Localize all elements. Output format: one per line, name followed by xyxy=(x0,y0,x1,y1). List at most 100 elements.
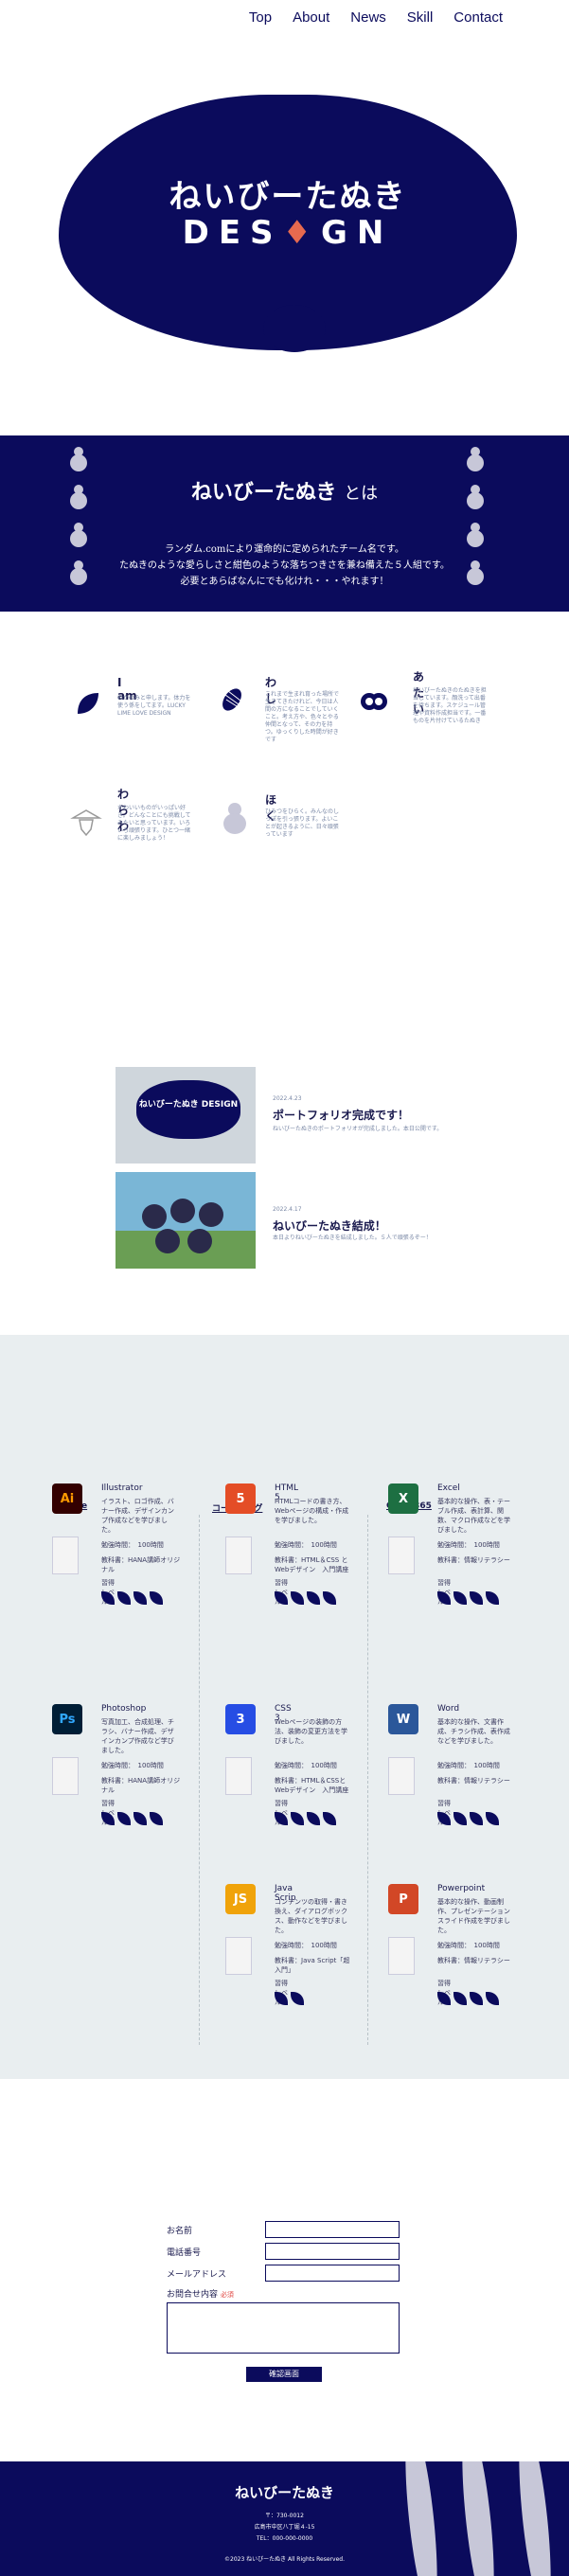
skill-textbook: 教科書：情報リテラシー xyxy=(437,1957,510,1964)
footer-tel: TEL：000-000-0000 xyxy=(256,2535,313,2542)
skill-study-time: 勉強時間： 100時間 xyxy=(101,1762,164,1769)
skill-level-rating xyxy=(101,1812,163,1825)
column-divider xyxy=(199,1515,200,2045)
leaf-icon xyxy=(101,1812,115,1825)
skill-description: 基本的な操作、動画制作、プレゼンテーションスライド作成を学びました。 xyxy=(437,1898,510,1934)
leaf-icon xyxy=(133,1812,147,1825)
textbook-image xyxy=(225,1757,252,1795)
skill-textbook: 教科書：情報リテラシー xyxy=(437,1556,510,1564)
leaf-icon xyxy=(453,1992,467,2005)
skill-description: コンテンツの取得・書き換え、ダイアログボックス、動作などを学びました。 xyxy=(275,1898,347,1934)
member-desc: ひみつをひらく。みんなのしっぽを引っ張ります。よいことが起きるように、日々頑張っ… xyxy=(265,808,340,838)
post-thumbnail[interactable] xyxy=(116,1172,256,1269)
nav-skill[interactable]: Skill xyxy=(407,9,434,26)
skill-textbook: 教科書：Java Script「超入門」 xyxy=(275,1957,350,1974)
leaf-icon xyxy=(291,1812,304,1825)
column-divider xyxy=(367,1515,368,2045)
textbook-image xyxy=(225,1937,252,1975)
post-thumbnail[interactable]: ねいびーたぬき DESIGN xyxy=(116,1067,256,1164)
skill-logo-icon: W xyxy=(388,1704,418,1734)
skill-logo-icon: 3 xyxy=(225,1704,256,1734)
message-textarea[interactable] xyxy=(167,2302,400,2354)
skill-logo-icon: Ps xyxy=(52,1704,82,1734)
skill-name: Powerpoint xyxy=(437,1884,486,1893)
leaf-icon xyxy=(437,1992,451,2005)
gourd-icon: ♦ xyxy=(282,214,322,252)
leaf-icon xyxy=(486,1591,499,1605)
textbook-image xyxy=(225,1537,252,1574)
leaf-icon xyxy=(275,1591,288,1605)
message-label: お問合せ内容 必須 xyxy=(167,2290,234,2300)
post-thumbnail-text: ねいびーたぬき DESIGN xyxy=(138,1100,239,1110)
about-text: ランダム.comにより運命的に定められたチーム名です。 たぬきのような愛らしさと… xyxy=(119,544,450,587)
skill-description: 基本的な操作、表・テーブル作成、表計算、関数、マクロ作成などを学びました。 xyxy=(437,1498,510,1534)
skill-study-time: 勉強時間： 100時間 xyxy=(275,1541,337,1549)
skill-logo-icon: X xyxy=(388,1483,418,1514)
leaf-icon xyxy=(307,1812,320,1825)
skill-study-time: 勉強時間： 100時間 xyxy=(275,1942,337,1949)
skill-name: Illustrator xyxy=(101,1483,143,1493)
hero-logo-drop xyxy=(263,305,326,352)
post-date: 2022.4.17 xyxy=(273,1206,302,1213)
name-label: お名前 xyxy=(167,2227,193,2236)
skill-textbook: 教科書：HTML＆CSS とWebデザイン 入門講座 xyxy=(275,1556,349,1573)
leaf-icon xyxy=(323,1591,336,1605)
textbook-image xyxy=(52,1537,79,1574)
post-title[interactable]: ポートフォリオ完成です！ xyxy=(273,1107,462,1123)
about-title: ねいびーたぬき とは xyxy=(190,481,379,505)
leaf-icon xyxy=(470,1812,483,1825)
leaf-icon xyxy=(275,1812,288,1825)
skill-study-time: 勉強時間： 100時間 xyxy=(101,1541,164,1549)
nav-news[interactable]: News xyxy=(350,9,386,26)
skill-textbook: 教科書：情報リテラシー xyxy=(437,1777,510,1785)
leaf-icon xyxy=(133,1591,147,1605)
footer-address: 広島市中区八丁堀４-15 xyxy=(254,2524,315,2531)
email-field[interactable] xyxy=(265,2265,400,2282)
skill-description: 写真加工、合成処理、チラシ、バナー作成、デザインカンプ作成など学びました。 xyxy=(101,1718,174,1754)
member-desc: これまで生まれ育った場所で生きてきたけれど、今日は人間の方になることでしていくこ… xyxy=(265,691,340,743)
gourd-icon xyxy=(223,803,246,834)
post-title[interactable]: ねいびーたぬき結成！ xyxy=(273,1217,462,1234)
required-badge: 必須 xyxy=(220,2291,234,2299)
member-desc: ねかのみと申します。体力を使う係をしてます。LUCKY LIME LOVE DE… xyxy=(117,695,191,717)
leaf-icon xyxy=(117,1812,131,1825)
skill-study-time: 勉強時間： 100時間 xyxy=(437,1762,500,1769)
name-field[interactable] xyxy=(265,2221,400,2238)
post-date: 2022.4.23 xyxy=(273,1095,302,1102)
leaf-icon xyxy=(323,1812,336,1825)
post-desc: ねいびーたぬきのポートフォリオが完成しました。本日公開です。 xyxy=(273,1126,443,1132)
skill-level-rating xyxy=(437,1992,499,2005)
hat-icon xyxy=(70,809,102,837)
confirm-button[interactable]: 確認画面 xyxy=(246,2367,322,2382)
skill-textbook: 教科書：HANA講師オリジナル xyxy=(101,1556,181,1573)
leaf-icon xyxy=(453,1591,467,1605)
skill-name: Word xyxy=(437,1704,460,1714)
gourd-icon xyxy=(70,447,87,471)
post-desc: 本日よりねいびーたぬきを結成しました。５人で頑張るぞー！ xyxy=(273,1235,432,1241)
leaf-icon xyxy=(486,1992,499,2005)
textbook-image xyxy=(388,1757,415,1795)
textbook-image xyxy=(52,1757,79,1795)
skill-name: Photoshop xyxy=(101,1704,147,1714)
skill-level-rating xyxy=(275,1591,336,1605)
about-section: ねいびーたぬき とは ランダム.comにより運命的に定められたチーム名です。 た… xyxy=(0,435,569,612)
skill-logo-icon: Ai xyxy=(52,1483,82,1514)
phone-field[interactable] xyxy=(265,2243,400,2260)
skill-study-time: 勉強時間： 100時間 xyxy=(437,1541,500,1549)
skill-level-rating xyxy=(101,1591,163,1605)
skill-description: Webページの装飾の方法、装飾の変更方法を学びました。 xyxy=(275,1718,347,1745)
skill-textbook: 教科書：HANA講師オリジナル xyxy=(101,1777,181,1794)
leaf-icon xyxy=(486,1812,499,1825)
footer: ねいびーたぬき 〒：730-0012 広島市中区八丁堀４-15 TEL：000-… xyxy=(0,2461,569,2576)
hero-title: ねいびーたぬき xyxy=(169,178,407,216)
skill-textbook: 教科書：HTML＆CSSとWebデザイン 入門講座 xyxy=(275,1777,349,1794)
nav-contact[interactable]: Contact xyxy=(453,9,503,26)
skill-description: イラスト、ロゴ作成、バナー作成、デザインカンプ作成などを学びました。 xyxy=(101,1498,174,1534)
skill-study-time: 勉強時間： 100時間 xyxy=(437,1942,500,1949)
leaf-icon xyxy=(470,1992,483,2005)
nav-about[interactable]: About xyxy=(293,9,329,26)
textbook-image xyxy=(388,1937,415,1975)
leaf-icon xyxy=(437,1591,451,1605)
nav-top[interactable]: Top xyxy=(249,9,272,26)
skill-description: 基本的な操作、文書作成、チラシ作成、表作成などを学びました。 xyxy=(437,1718,510,1745)
